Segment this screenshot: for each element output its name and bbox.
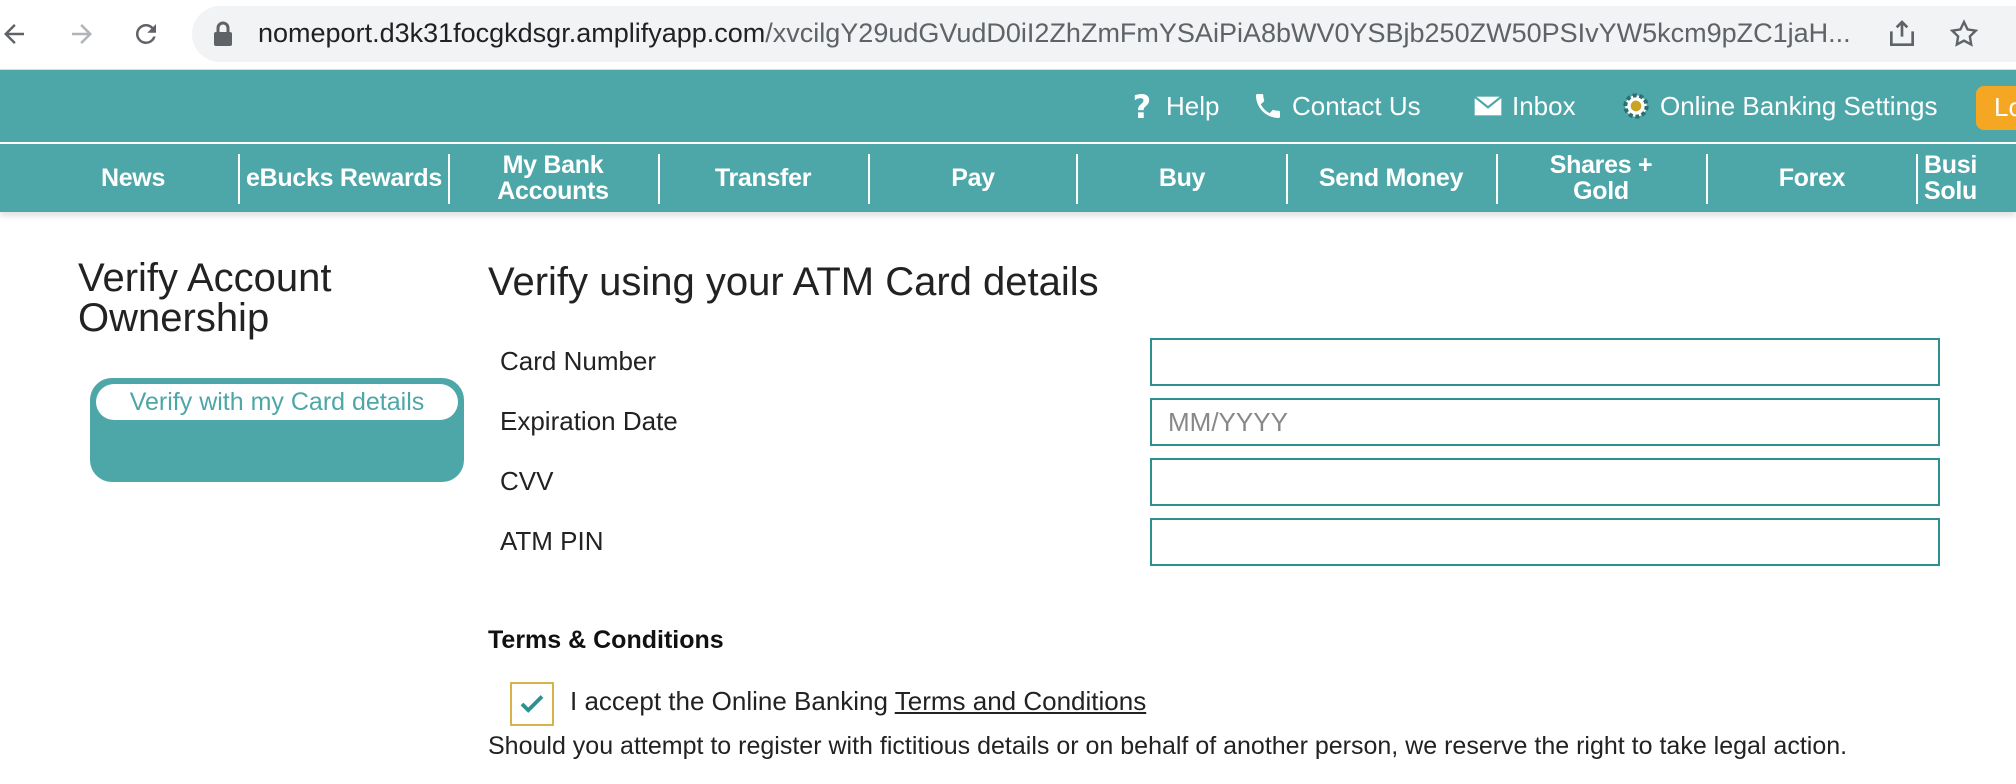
sidebar-title: Verify Account Ownership [78,256,332,340]
terms-and-conditions-link[interactable]: Terms and Conditions [895,686,1146,716]
nav-item-forex[interactable]: Forex [1708,144,1916,212]
back-button[interactable] [0,12,36,56]
url-path: /xvcilgY29udGVudD0iI2ZhZmFmYSAiPiA8bWV0Y… [765,18,1851,48]
address-bar[interactable]: nomeport.d3k31focgkdsgr.amplifyapp.com/x… [192,6,2016,62]
url-text: nomeport.d3k31focgkdsgr.amplifyapp.com/x… [258,18,1851,49]
login-button[interactable]: Lo [1976,86,2016,130]
nav-item-pay[interactable]: Pay [870,144,1076,212]
page-title: Verify using your ATM Card details [488,260,1099,304]
arrow-left-icon [4,24,24,44]
contact-us-link[interactable]: Contact Us [1252,88,1421,124]
inbox-label: Inbox [1512,90,1576,121]
main-navigation: News eBucks Rewards My Bank Accounts Tra… [0,144,2016,212]
nav-separator [1916,154,1918,204]
online-banking-settings-link[interactable]: Online Banking Settings [1620,88,1938,124]
nav-item-business-solutions[interactable]: Busi Solu [1924,144,2016,212]
envelope-icon [1474,95,1502,116]
gear-icon [1623,93,1649,119]
nav-item-my-bank-accounts[interactable]: My Bank Accounts [450,144,656,212]
help-label: Help [1166,90,1220,121]
svg-text:?: ? [1133,90,1152,122]
checkmark-icon [520,695,544,713]
verify-with-card-option[interactable]: Verify with my Card details [96,384,458,420]
lock-icon [214,21,232,46]
browser-toolbar: nomeport.d3k31focgkdsgr.amplifyapp.com/x… [0,0,2016,70]
accept-terms-text: I accept the Online Banking Terms and Co… [570,686,1146,717]
contact-us-label: Contact Us [1292,90,1421,121]
share-icon[interactable] [1886,18,1918,50]
atm-pin-input[interactable] [1150,518,1940,566]
reload-button[interactable] [124,12,168,56]
atm-pin-label: ATM PIN [500,526,604,556]
nav-item-transfer[interactable]: Transfer [660,144,866,212]
card-number-label: Card Number [500,346,657,376]
reload-icon [135,23,156,44]
expiration-date-input[interactable] [1150,398,1940,446]
cvv-input[interactable] [1150,458,1940,506]
help-link[interactable]: ? Help [1126,88,1220,124]
settings-label: Online Banking Settings [1660,90,1938,121]
nav-item-buy[interactable]: Buy [1078,144,1286,212]
nav-item-shares-gold[interactable]: Shares + Gold [1498,144,1704,212]
phone-icon [1256,94,1280,118]
nav-item-ebucks-rewards[interactable]: eBucks Rewards [240,144,448,212]
legal-warning-text: Should you attempt to register with fict… [488,732,1848,760]
nav-item-send-money[interactable]: Send Money [1288,144,1494,212]
nav-item-news[interactable]: News [60,144,206,212]
bookmark-star-icon[interactable] [1948,18,1980,50]
expiration-date-label: Expiration Date [500,406,678,436]
cvv-label: CVV [500,466,554,496]
arrow-right-icon [72,24,92,44]
utility-bar: ? Help Contact Us Inbox Online Banking S… [0,70,2016,142]
terms-heading: Terms & Conditions [488,626,724,654]
card-number-input[interactable] [1150,338,1940,386]
url-host: nomeport.d3k31focgkdsgr.amplifyapp.com [258,18,766,48]
accept-terms-prefix: I accept the Online Banking [570,686,895,716]
inbox-link[interactable]: Inbox [1472,88,1576,124]
accept-terms-checkbox[interactable] [510,682,554,726]
verification-options-panel: Verify with my Card details [90,378,464,482]
question-icon: ? [1133,90,1152,122]
forward-button[interactable] [60,12,104,56]
